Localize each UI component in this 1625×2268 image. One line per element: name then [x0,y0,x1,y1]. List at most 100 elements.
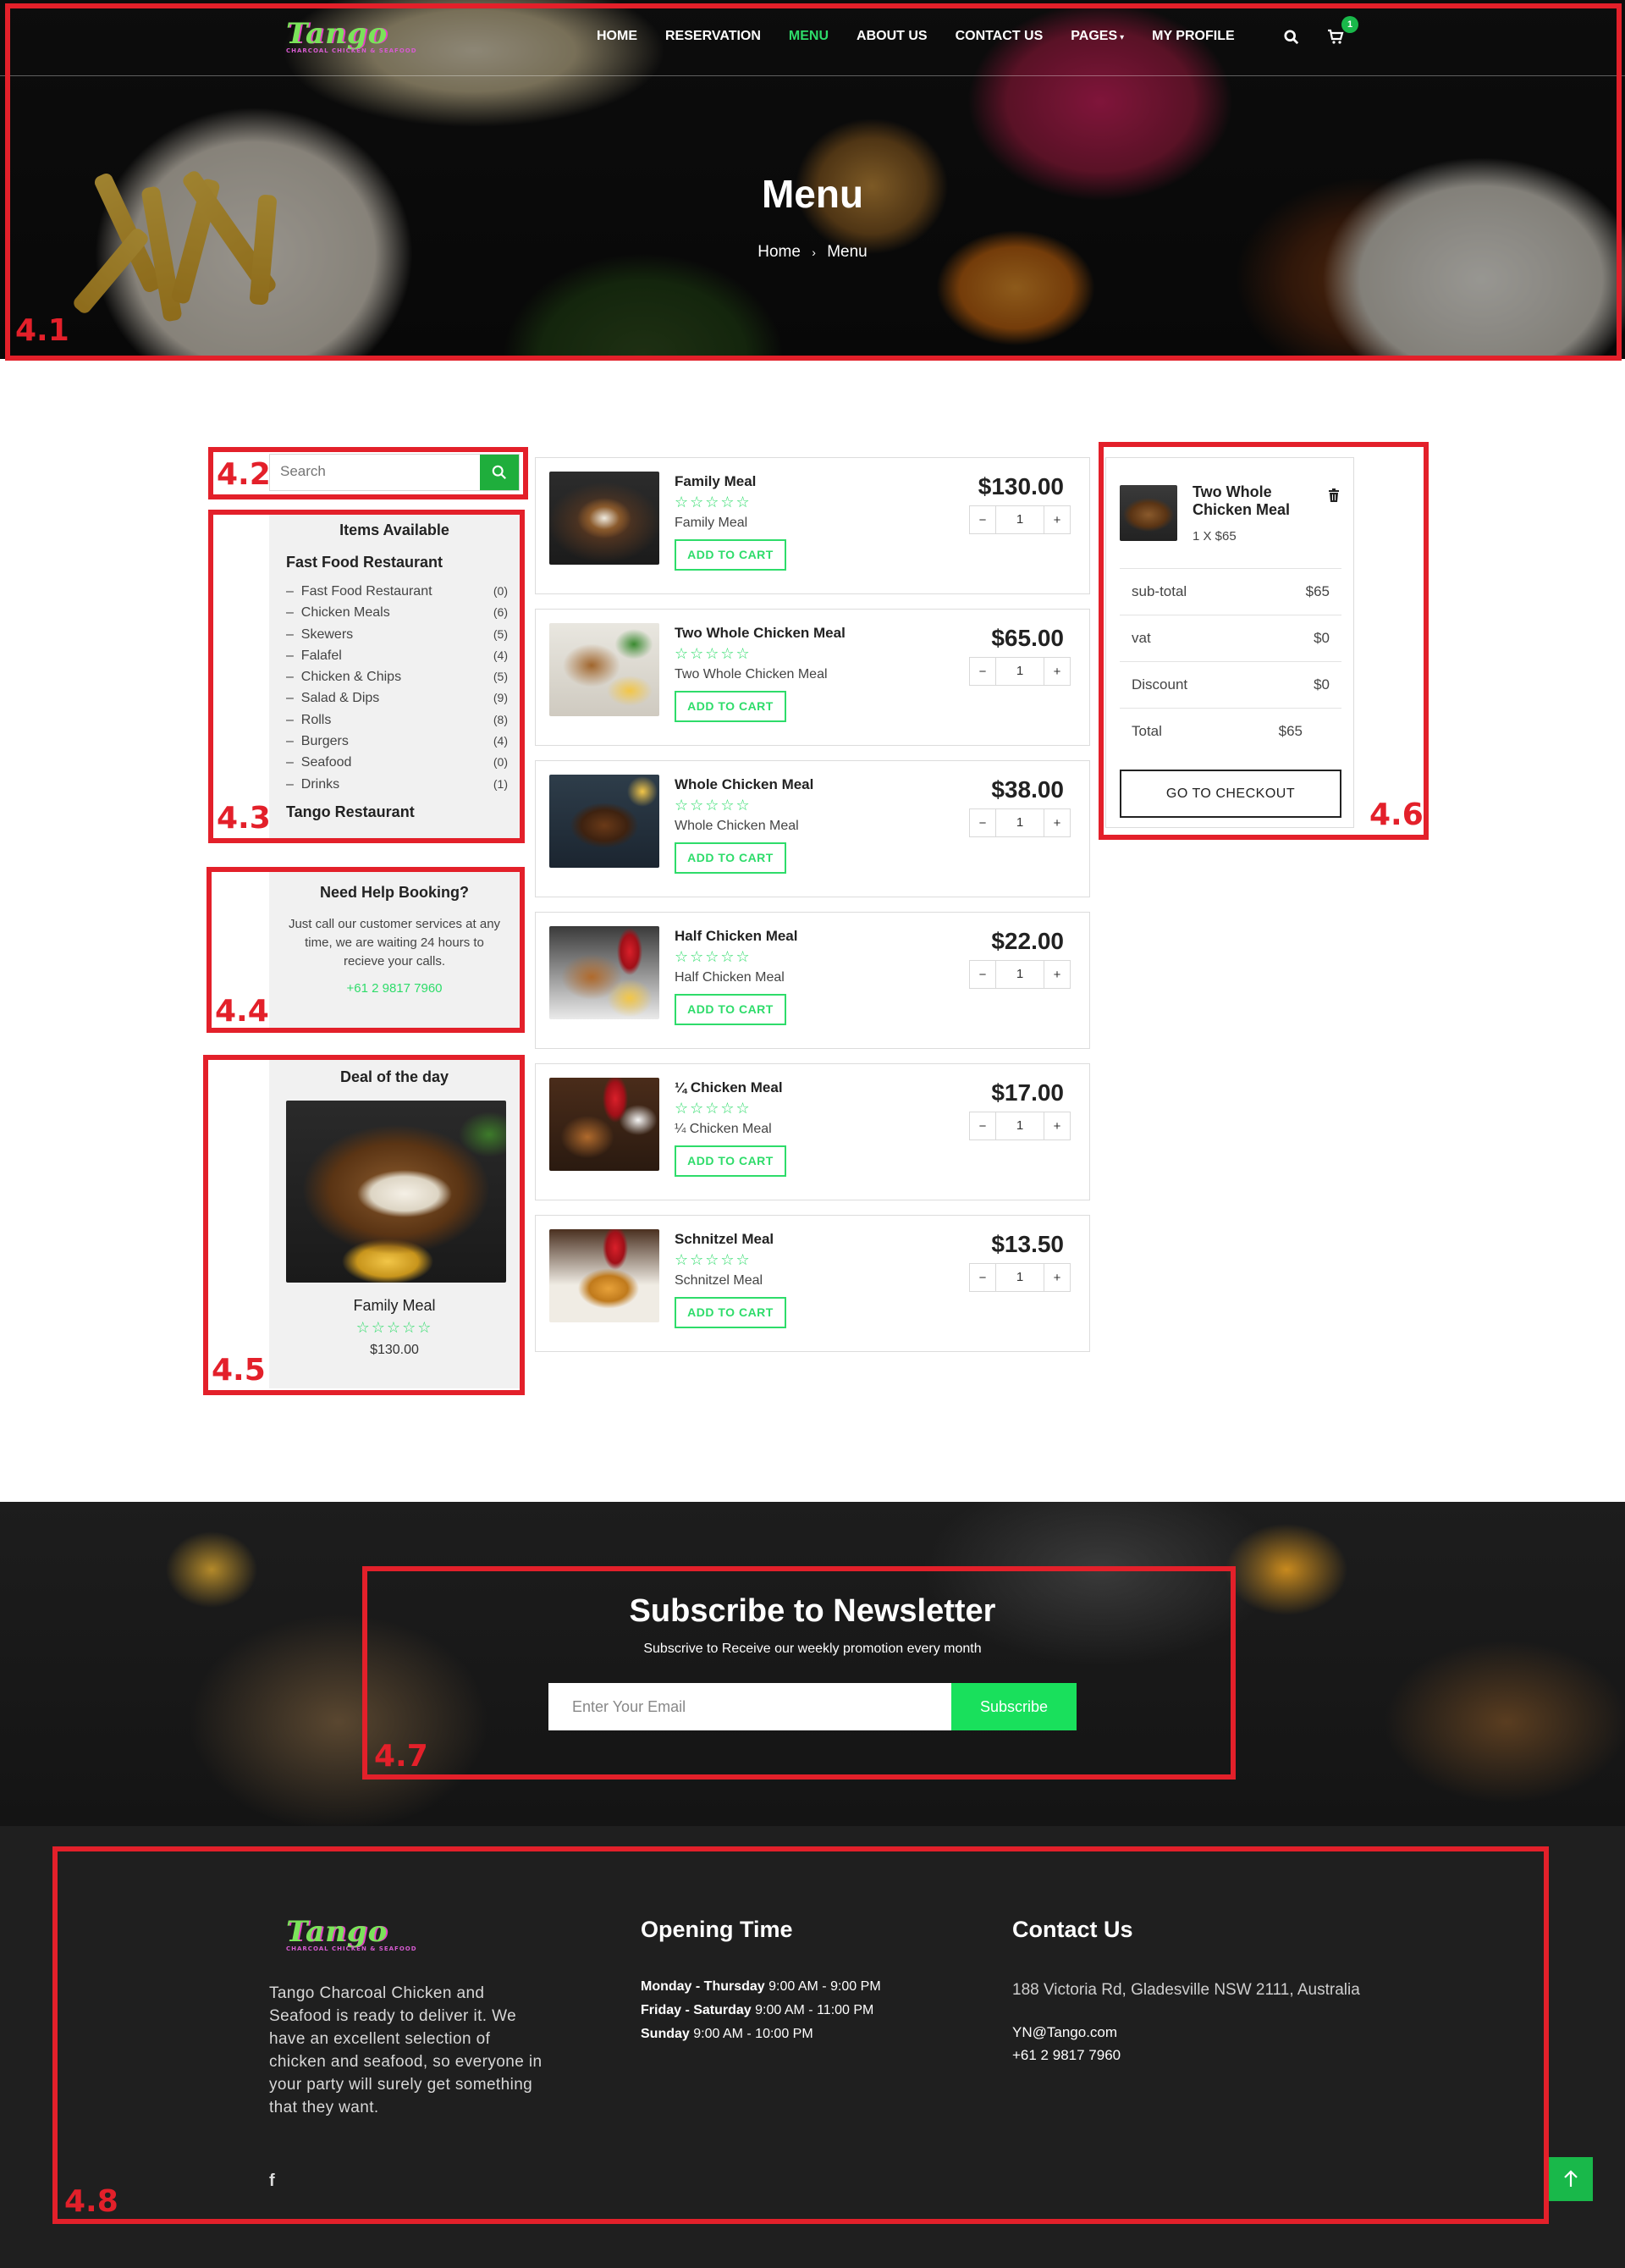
trash-icon[interactable] [1328,488,1340,502]
add-to-cart-button[interactable]: ADD TO CART [675,842,786,874]
nav-reservation[interactable]: RESERVATION [665,29,761,44]
nav-pages[interactable]: PAGES ▾ [1071,29,1124,44]
product-name[interactable]: ¼ Chicken Meal [675,1079,783,1096]
category-item[interactable]: – Skewers (5) [286,624,508,645]
add-to-cart-button[interactable]: ADD TO CART [675,1297,786,1328]
dash: – [286,626,301,642]
quantity-input[interactable]: 1 [995,809,1044,836]
decrement-button[interactable]: − [970,1119,995,1134]
tango-logo[interactable]: Tango CHARCOAL CHICKEN & SEAFOOD [286,17,417,54]
increment-button[interactable]: + [1044,1271,1070,1285]
category-count: (8) [493,712,508,726]
product-subtitle: Half Chicken Meal [675,970,785,985]
add-to-cart-button[interactable]: ADD TO CART [675,691,786,722]
category-item[interactable]: – Chicken & Chips (5) [286,666,508,687]
quantity-input[interactable]: 1 [995,1112,1044,1140]
help-phone[interactable]: +61 2 9817 7960 [269,981,520,996]
add-to-cart-button[interactable]: ADD TO CART [675,1145,786,1177]
hours-row: Friday - Saturday 9:00 AM - 11:00 PM [641,1999,873,2022]
quantity-input[interactable]: 1 [995,1264,1044,1291]
product-name[interactable]: Half Chicken Meal [675,928,798,945]
breadcrumb-home[interactable]: Home [757,243,801,261]
footer-about-text: Tango Charcoal Chicken and Seafood is re… [269,1984,543,2116]
search-button[interactable] [480,455,519,490]
category-count: (0) [493,755,508,770]
category-count: (6) [493,605,508,620]
product-name[interactable]: Family Meal [675,473,756,490]
quantity-input[interactable]: 1 [995,658,1044,685]
category-item[interactable]: – Seafood (0) [286,752,508,773]
increment-button[interactable]: + [1044,968,1070,982]
contact-phone[interactable]: +61 2 9817 7960 [1012,2047,1121,2064]
product-image[interactable] [549,1229,659,1322]
scroll-to-top-button[interactable] [1549,2157,1593,2201]
product-subtitle: Whole Chicken Meal [675,819,799,833]
category-item[interactable]: – Burgers (4) [286,731,508,752]
cart-item-image[interactable] [1120,485,1177,541]
product-image[interactable] [549,1078,659,1171]
product-price: $22.00 [991,928,1064,954]
category-item[interactable]: – Salad & Dips (9) [286,687,508,709]
product-subtitle: Schnitzel Meal [675,1273,763,1288]
category-label: Rolls [300,712,332,727]
product-image[interactable] [549,775,659,868]
nav-contact-us[interactable]: CONTACT US [956,29,1044,44]
product-price: $38.00 [991,776,1064,803]
email-input[interactable]: Enter Your Email [548,1683,951,1730]
product-price: $17.00 [991,1079,1064,1106]
decrement-button[interactable]: − [970,665,995,679]
product-image[interactable] [549,926,659,1019]
search-icon[interactable] [1284,30,1299,45]
cart-icon[interactable] [1327,28,1344,45]
subscribe-button[interactable]: Subscribe [951,1683,1077,1730]
category-item[interactable]: – Fast Food Restaurant (0) [286,581,508,602]
deal-name[interactable]: Family Meal [269,1297,520,1315]
category-item[interactable]: – Falafel (4) [286,645,508,666]
category-item[interactable]: – Drinks (1) [286,774,508,795]
product-image[interactable] [549,623,659,716]
product-name[interactable]: Schnitzel Meal [675,1231,774,1248]
contact-email[interactable]: YN@Tango.com [1012,2024,1117,2041]
quantity-stepper: −1 + [969,1112,1071,1140]
product-image[interactable] [549,472,659,565]
search-input[interactable] [280,463,466,480]
increment-button[interactable]: + [1044,665,1070,679]
row-value: $65 [1305,583,1330,599]
category-group-tango[interactable]: Tango Restaurant [286,803,415,821]
nav-menu[interactable]: MENU [789,29,829,44]
breadcrumb: Home › Menu [0,243,1625,262]
footer-logo[interactable]: Tango CHARCOAL CHICKEN & SEAFOOD [286,1915,417,1952]
product-name[interactable]: Two Whole Chicken Meal [675,625,846,642]
cart-item-name[interactable]: Two Whole Chicken Meal [1193,483,1311,519]
nav-about-us[interactable]: ABOUT US [857,29,928,44]
cart-vat-row: vat $0 [1120,615,1341,661]
decrement-button[interactable]: − [970,513,995,527]
increment-button[interactable]: + [1044,1119,1070,1134]
product-name[interactable]: Whole Chicken Meal [675,776,813,793]
go-to-checkout-button[interactable]: GO TO CHECKOUT [1120,770,1341,818]
deal-price: $130.00 [370,1343,419,1357]
decrement-button[interactable]: − [970,1271,995,1285]
category-item[interactable]: – Rolls (8) [286,709,508,731]
decrement-button[interactable]: − [970,816,995,830]
add-to-cart-button[interactable]: ADD TO CART [675,994,786,1025]
quantity-stepper: −1 + [969,505,1071,534]
nav-my-profile[interactable]: MY PROFILE [1152,29,1235,44]
category-label: Falafel [300,648,342,663]
category-item[interactable]: – Chicken Meals (6) [286,602,508,623]
increment-button[interactable]: + [1044,513,1070,527]
add-to-cart-button[interactable]: ADD TO CART [675,539,786,571]
product-card: Half Chicken Meal ☆☆☆☆☆ Half Chicken Mea… [535,912,1090,1049]
categories-panel: Items Available Fast Food Restaurant – F… [269,511,520,840]
dash: – [286,776,301,792]
quantity-input[interactable]: 1 [995,506,1044,533]
dash: – [286,670,301,685]
product-card: Whole Chicken Meal ☆☆☆☆☆ Whole Chicken M… [535,760,1090,897]
decrement-button[interactable]: − [970,968,995,982]
category-group-fast-food[interactable]: Fast Food Restaurant [286,554,443,571]
nav-home[interactable]: HOME [597,29,637,44]
facebook-icon[interactable]: f [269,2171,275,2191]
quantity-input[interactable]: 1 [995,961,1044,988]
deal-image[interactable] [286,1101,506,1283]
increment-button[interactable]: + [1044,816,1070,830]
